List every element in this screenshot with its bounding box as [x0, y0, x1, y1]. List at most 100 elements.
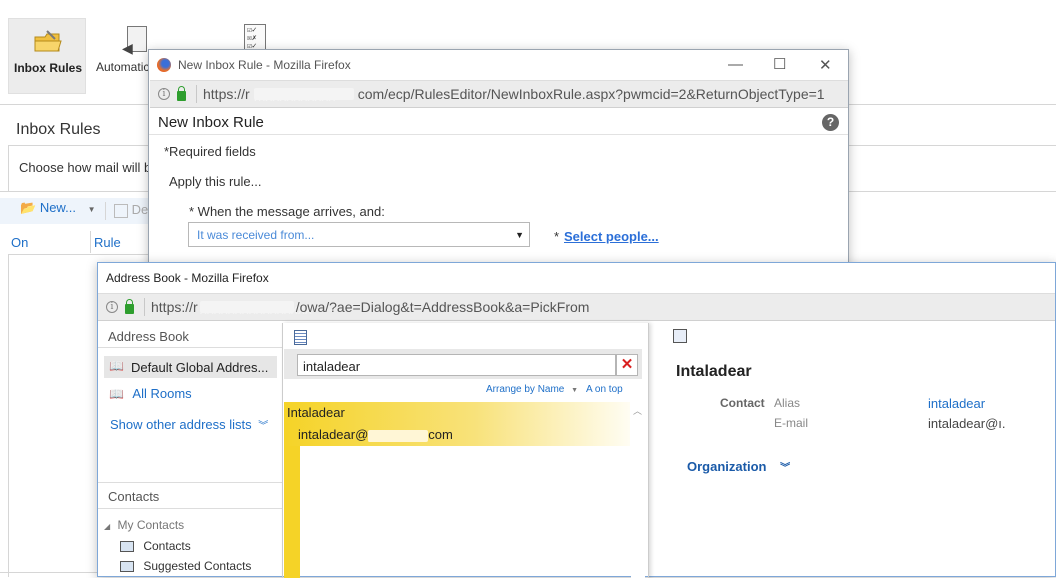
contact-card-toggle-icon[interactable] — [673, 329, 687, 343]
automatic-label: Automatic — [96, 60, 150, 74]
detail-alias-label: Alias — [774, 396, 801, 410]
collapse-triangle-icon: ◢ — [104, 522, 111, 531]
address-window-titlebar: Address Book - Mozilla Firefox — [98, 263, 1055, 293]
my-contacts-label: My Contacts — [117, 518, 185, 532]
chevron-down-icon: ▼ — [515, 230, 524, 240]
address-list-gal[interactable]: 📖 Default Global Addres... — [104, 356, 277, 378]
toolbar-divider — [105, 202, 106, 220]
address-url-prefix: https://r — [151, 299, 198, 315]
contacts-header-divider — [98, 508, 282, 509]
detail-name: Intaladear — [676, 363, 752, 380]
help-icon[interactable]: ? — [822, 114, 839, 131]
folder-icon — [33, 29, 63, 53]
delete-icon — [114, 203, 128, 218]
new-dropdown-icon[interactable]: ▼ — [88, 205, 96, 214]
rule-page-title: New Inbox Rule — [158, 114, 264, 131]
gal-label: Default Global Addres... — [131, 360, 269, 375]
rules-list-bottom — [0, 572, 100, 573]
condition-select-value: It was received from... — [197, 228, 315, 242]
new-rule-button[interactable]: 📂 New... ▼ — [20, 200, 95, 216]
contacts-folder[interactable]: Contacts — [120, 539, 191, 553]
delete-rule-button[interactable]: De — [114, 202, 148, 218]
rule-title-divider — [149, 134, 848, 135]
condition-label: * When the message arrives, and: — [189, 204, 385, 219]
delete-label: De — [131, 202, 149, 217]
redacted-domain: mxxxxxxxxxx — [253, 88, 354, 104]
new-inbox-rule-window: New Inbox Rule - Mozilla Firefox — ☐ ✕ i… — [148, 49, 849, 277]
redacted-domain: xxxxxxxxxxxxxxxx — [199, 301, 312, 317]
contacts-folder-label: Contacts — [143, 539, 191, 553]
arrow-left-icon: ◀ — [122, 40, 133, 56]
rule-window-urlbar[interactable]: i https://r mxxxxxxxxxx com/ecp/RulesEdi… — [150, 80, 848, 108]
suggested-contacts-folder[interactable]: Suggested Contacts — [120, 559, 251, 573]
contact-card-icon — [120, 561, 134, 573]
address-list-all-rooms[interactable]: 📖 All Rooms — [109, 385, 192, 403]
chevron-down-icon: ▼ — [571, 387, 579, 394]
rules-description: Choose how mail will b — [19, 160, 152, 175]
result-name: Intaladear — [287, 405, 345, 420]
clear-search-button[interactable]: ✕ — [616, 354, 638, 376]
detail-contact-label: Contact — [720, 396, 765, 410]
contacts-header: Contacts — [108, 489, 160, 504]
maximize-button[interactable]: ☐ — [773, 55, 786, 73]
column-divider — [90, 231, 91, 253]
info-icon[interactable]: i — [158, 88, 170, 100]
result-email-prefix: intaladear@ — [298, 427, 369, 442]
rule-window-titlebar: New Inbox Rule - Mozilla Firefox — [149, 50, 848, 80]
select-people-star: * — [554, 229, 560, 244]
select-people-link[interactable]: Select people... — [564, 229, 659, 244]
address-window-urlbar[interactable]: i https://r xxxxxxxxxxxxxxxx /owa/?ae=Di… — [98, 293, 1055, 321]
rules-list-left-border — [8, 254, 9, 577]
suggested-contacts-label: Suggested Contacts — [143, 559, 252, 573]
show-other-label: Show other address lists — [110, 417, 252, 432]
inbox-rules-label: Inbox Rules — [13, 61, 82, 75]
lock-icon[interactable] — [177, 85, 186, 101]
lock-icon[interactable] — [125, 298, 134, 314]
checklist-icon: ☑✓ ☒✗ ☑✓ — [244, 24, 266, 50]
info-icon[interactable]: i — [106, 301, 118, 313]
address-book-header: Address Book — [108, 329, 189, 344]
scroll-up-icon[interactable]: ︿ — [633, 404, 642, 417]
column-rule[interactable]: Rule — [94, 235, 121, 250]
result-list-item[interactable]: Intaladear intaladear@xxxxxxxx com — [284, 402, 630, 446]
automatic-ribbon-button[interactable]: ◀ Automatic — [92, 18, 152, 94]
organization-toggle[interactable]: Organization ︾ — [687, 459, 790, 474]
new-rule-label: New... — [39, 200, 76, 215]
address-url-rest: /owa/?ae=Dialog&t=AddressBook&a=PickFrom — [295, 299, 590, 315]
description-box-left — [8, 145, 9, 191]
result-email: intaladear@xxxxxxxx com — [298, 427, 453, 445]
column-on[interactable]: On — [11, 235, 28, 250]
address-book-window: Address Book - Mozilla Firefox i https:/… — [97, 262, 1056, 578]
url-divider — [144, 298, 145, 316]
all-rooms-label: All Rooms — [132, 386, 192, 401]
show-other-lists[interactable]: Show other address lists ︾ — [110, 417, 268, 432]
address-window-title: Address Book - Mozilla Firefox — [106, 271, 269, 285]
double-chevron-down-icon: ︾ — [780, 463, 791, 474]
detail-email-value: intaladear@ı. — [928, 416, 1006, 431]
arrange-by-button[interactable]: Arrange by Name ▼ — [486, 384, 578, 395]
minimize-button[interactable]: — — [728, 56, 743, 73]
rule-window-title: New Inbox Rule - Mozilla Firefox — [178, 58, 351, 72]
left-header-divider — [98, 347, 282, 348]
detail-alias-value[interactable]: intaladear — [928, 396, 985, 411]
close-button[interactable]: ✕ — [819, 56, 832, 74]
organization-label: Organization — [687, 459, 767, 474]
results-scrollbar[interactable]: ︿ — [631, 402, 645, 578]
firefox-icon — [157, 58, 171, 72]
rule-url-rest: com/ecp/RulesEditor/NewInboxRule.aspx?pw… — [357, 86, 825, 102]
double-chevron-down-icon: ︾ — [258, 421, 269, 432]
redacted-email-domain: xxxxxxxx — [368, 429, 429, 445]
detail-email-label: E-mail — [774, 416, 809, 430]
condition-select[interactable]: It was received from... ▼ — [188, 222, 530, 247]
inbox-rules-ribbon-button[interactable]: Inbox Rules — [8, 18, 86, 94]
my-contacts-node[interactable]: ◢ My Contacts — [104, 518, 184, 532]
required-fields-note: *Required fields — [164, 144, 256, 159]
search-input-value: intaladear — [303, 359, 361, 374]
a-on-top-button[interactable]: A on top — [586, 384, 623, 395]
contacts-divider — [98, 482, 282, 483]
address-book-icon[interactable] — [294, 330, 307, 345]
inbox-rules-heading: Inbox Rules — [16, 121, 101, 138]
apply-rule-label: Apply this rule... — [169, 174, 262, 189]
search-input[interactable]: intaladear — [297, 354, 616, 376]
book-icon: 📖 — [109, 359, 124, 373]
